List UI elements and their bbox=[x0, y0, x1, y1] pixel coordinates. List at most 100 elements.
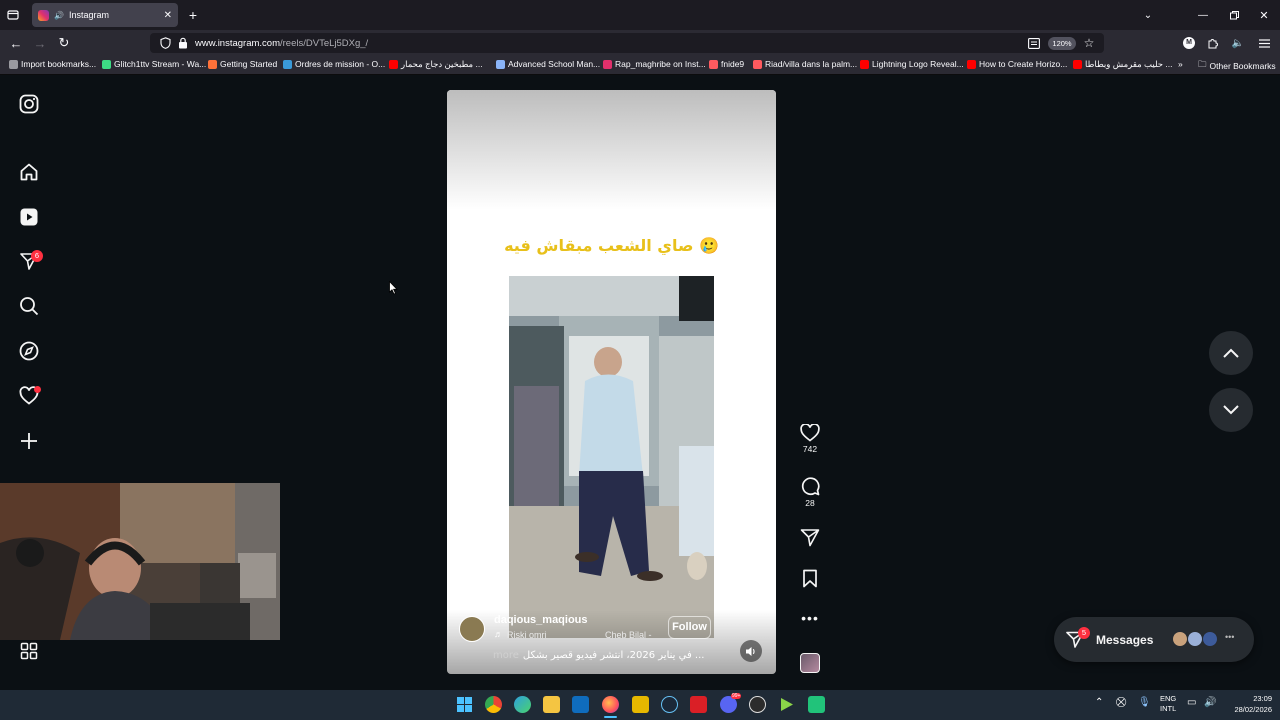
instagram-logo-icon[interactable] bbox=[17, 92, 41, 116]
chrome-icon[interactable] bbox=[485, 696, 502, 713]
reload-icon[interactable]: ↻ bbox=[56, 35, 72, 51]
home-icon[interactable] bbox=[17, 160, 41, 184]
webcam-feed-image bbox=[0, 483, 280, 640]
tab-close-icon[interactable]: ✕ bbox=[164, 10, 172, 21]
share-button[interactable] bbox=[798, 528, 822, 549]
mute-button[interactable] bbox=[740, 640, 762, 662]
file-explorer-icon[interactable] bbox=[543, 696, 560, 713]
shield-icon[interactable] bbox=[158, 36, 172, 50]
media-player-icon[interactable] bbox=[778, 696, 795, 713]
bookmark-item[interactable]: How to Create Horizo... bbox=[967, 59, 1067, 69]
bookmark-item[interactable]: Riad/villa dans la palm... bbox=[753, 59, 857, 69]
active-app-indicator bbox=[604, 716, 617, 718]
clock[interactable]: 23:09 28/02/2026 bbox=[1224, 693, 1272, 715]
audio-thumbnail[interactable] bbox=[800, 653, 820, 673]
reel-video-frame[interactable] bbox=[509, 276, 714, 638]
bookmark-item[interactable]: Getting Started bbox=[208, 59, 277, 69]
restore-icon[interactable] bbox=[1227, 8, 1241, 22]
instagram-favicon-icon bbox=[38, 9, 49, 21]
sticky-notes-icon[interactable] bbox=[632, 696, 649, 713]
other-bookmarks[interactable]: 🗀 Other Bookmarks bbox=[1198, 59, 1276, 73]
folder-icon: 🗀 bbox=[1198, 59, 1207, 69]
list-tabs-chevron-icon[interactable]: ⌄ bbox=[1141, 8, 1155, 22]
more-options-icon[interactable]: ••• bbox=[798, 610, 822, 626]
reel-caption[interactable]: more في يناير 2026، انتشر فيديو قصير بشكل… bbox=[493, 650, 704, 661]
bookmarks-overflow-icon[interactable]: » bbox=[1178, 59, 1183, 69]
bookmark-favicon-icon bbox=[603, 59, 612, 69]
display-icon[interactable]: ▭ bbox=[1187, 697, 1196, 708]
share-icon bbox=[800, 529, 820, 547]
menu-icon[interactable] bbox=[1257, 36, 1271, 50]
bookmark-star-icon[interactable]: ☆ bbox=[1082, 36, 1096, 50]
new-tab-icon[interactable]: + bbox=[186, 7, 200, 23]
heart-icon bbox=[800, 423, 820, 442]
bookmark-item[interactable]: Glitch1ttv Stream - Wa... bbox=[102, 59, 206, 69]
obs-icon[interactable] bbox=[749, 696, 766, 713]
lock-icon[interactable] bbox=[176, 36, 190, 50]
bookmark-item[interactable]: Advanced School Man... bbox=[496, 59, 600, 69]
reader-view-icon[interactable] bbox=[1027, 36, 1041, 50]
audio-icon[interactable]: 🔈 bbox=[1231, 36, 1245, 50]
save-button[interactable] bbox=[798, 569, 822, 590]
zoom-level[interactable]: 120% bbox=[1048, 37, 1076, 50]
speaker-icon[interactable]: 🔊 bbox=[54, 11, 64, 20]
outlook-icon[interactable] bbox=[572, 696, 589, 713]
close-window-icon[interactable]: ✕ bbox=[1257, 8, 1271, 22]
edge-icon[interactable] bbox=[514, 696, 531, 713]
notification-dot bbox=[34, 386, 41, 393]
follow-button[interactable]: Follow bbox=[668, 616, 711, 639]
reels-icon[interactable] bbox=[17, 205, 41, 229]
mouse-cursor-icon bbox=[389, 280, 398, 300]
account-icon[interactable]: M bbox=[1182, 36, 1196, 50]
tab-overview-icon[interactable] bbox=[6, 8, 20, 22]
comment-button[interactable]: 28 bbox=[798, 476, 822, 508]
shop-scene-image bbox=[509, 276, 714, 638]
bookmark-item[interactable]: حليب مقرمش وبطاطا ... bbox=[1073, 59, 1172, 70]
previous-reel-button[interactable] bbox=[1209, 331, 1253, 375]
avatar bbox=[1202, 631, 1218, 647]
bookmark-favicon-icon bbox=[709, 59, 718, 69]
messages-button[interactable]: 5 Messages ••• bbox=[1054, 617, 1254, 662]
bookmark-item[interactable]: Import bookmarks... bbox=[9, 59, 96, 69]
reel-player[interactable]: صاي الشعب مبقاش فيه 🥲 daqious_maqious ♬ … bbox=[447, 90, 776, 674]
avatar[interactable] bbox=[459, 616, 485, 642]
webcam-overlay bbox=[0, 483, 280, 640]
messages-label: Messages bbox=[1096, 633, 1154, 647]
search-icon[interactable] bbox=[17, 294, 41, 318]
forward-icon[interactable]: → bbox=[32, 35, 48, 51]
adobe-icon[interactable] bbox=[690, 696, 707, 713]
game-app-icon[interactable] bbox=[808, 696, 825, 713]
steam-icon[interactable] bbox=[661, 696, 678, 713]
windows-start-icon[interactable] bbox=[456, 696, 473, 713]
language-indicator[interactable]: ENG INTL bbox=[1160, 694, 1176, 714]
volume-icon[interactable]: 🔊 bbox=[1204, 697, 1216, 708]
minimize-icon[interactable]: — bbox=[1196, 8, 1210, 22]
firefox-icon[interactable] bbox=[602, 696, 619, 713]
bookmark-item[interactable]: fnide9 bbox=[709, 59, 744, 69]
url-text[interactable]: www.instagram.com/reels/DVTeLj5DXg_/ bbox=[195, 38, 368, 49]
tab-instagram[interactable]: 🔊 Instagram ✕ bbox=[32, 3, 178, 27]
bookmark-item[interactable]: Lightning Logo Reveal... bbox=[860, 59, 964, 69]
more-link[interactable]: more bbox=[493, 650, 519, 661]
bookmark-item[interactable]: مطبخين دجاج محمار ... bbox=[389, 59, 483, 70]
extensions-icon[interactable] bbox=[1206, 36, 1220, 50]
bookmark-favicon-icon bbox=[753, 59, 762, 69]
reel-username[interactable]: daqious_maqious bbox=[494, 614, 588, 626]
bookmark-favicon-icon bbox=[496, 59, 505, 69]
tray-overflow-icon[interactable]: ⌃ bbox=[1095, 697, 1103, 708]
speaker-icon bbox=[746, 646, 755, 656]
bookmark-item[interactable]: Ordres de mission - O... bbox=[283, 59, 385, 69]
discord-badge: 99+ bbox=[731, 693, 742, 699]
reel-audio-artist[interactable]: Cheb Bilal - bbox=[605, 630, 652, 640]
reel-audio-title[interactable]: Riski omri bbox=[507, 630, 547, 640]
create-plus-icon[interactable] bbox=[17, 429, 41, 453]
like-button[interactable]: 742 bbox=[798, 423, 822, 454]
bookmark-item[interactable]: Rap_maghribe on Inst... bbox=[603, 59, 706, 69]
explore-icon[interactable] bbox=[17, 339, 41, 363]
comment-icon bbox=[801, 477, 820, 496]
network-off-icon[interactable]: ⛒ bbox=[1116, 697, 1126, 708]
back-icon[interactable]: ← bbox=[8, 35, 24, 51]
next-reel-button[interactable] bbox=[1209, 388, 1253, 432]
microphone-icon[interactable]: 🎙 bbox=[1138, 697, 1151, 708]
more-apps-icon[interactable] bbox=[17, 639, 41, 663]
